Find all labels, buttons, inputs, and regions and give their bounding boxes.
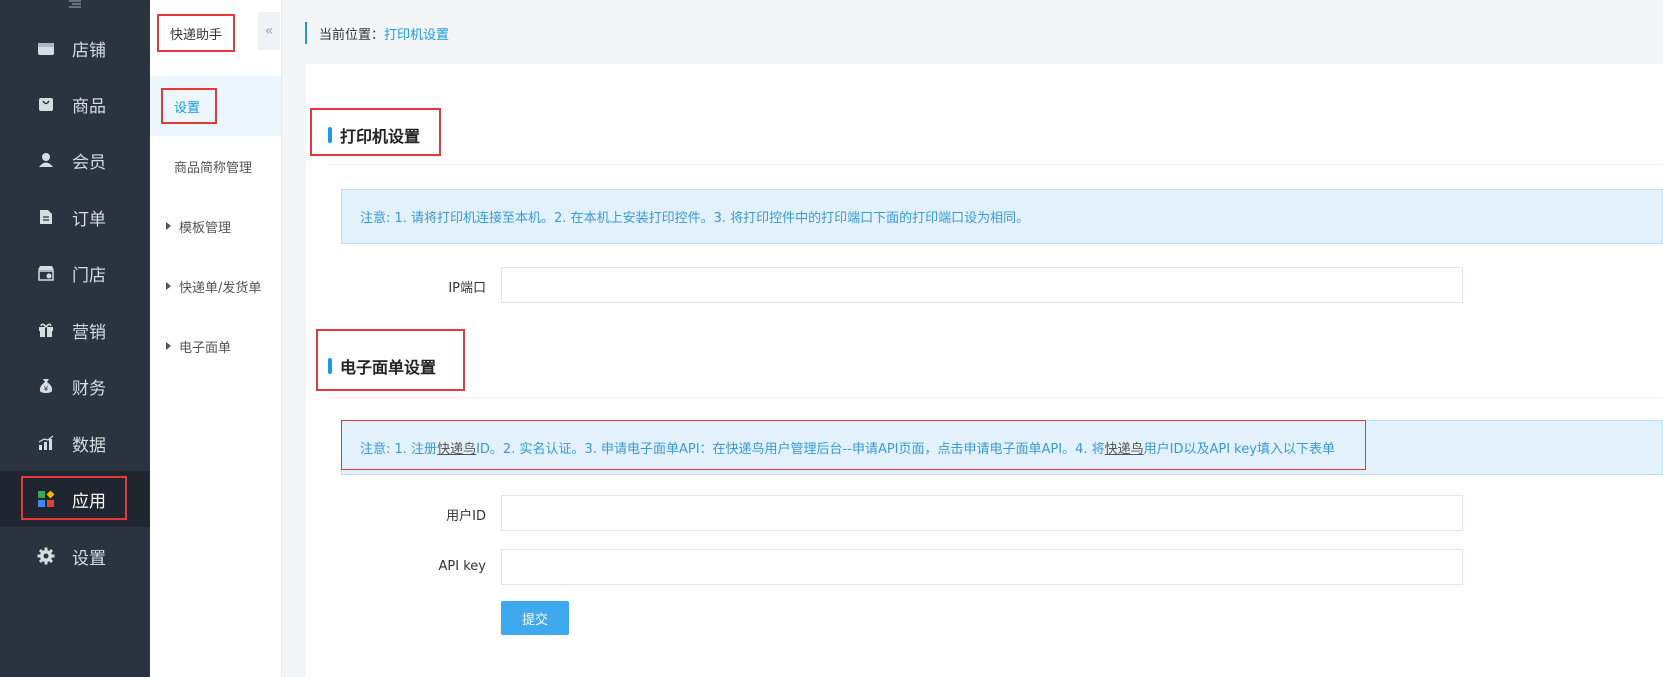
- highlight-box: [341, 420, 1366, 470]
- submit-button[interactable]: 提交: [501, 601, 569, 635]
- menu-toggle-icon[interactable]: [0, 0, 150, 16]
- ip-port-input[interactable]: [501, 267, 1463, 303]
- sidebar-item-label: 门店: [72, 265, 106, 286]
- printer-notice: 注意: 1. 请将打印机连接至本机。2. 在本机上安装打印控件。3. 将打印控件…: [341, 189, 1663, 244]
- api-key-input[interactable]: [501, 549, 1463, 585]
- highlight-box: [310, 108, 441, 156]
- gear-icon: [36, 547, 56, 565]
- sidebar-item-label: 会员: [72, 152, 106, 173]
- user-icon: [36, 151, 56, 169]
- subnav-item-ebill[interactable]: 电子面单: [150, 316, 281, 376]
- divider: [328, 397, 1663, 398]
- sidebar-item-member[interactable]: 会员: [0, 132, 150, 188]
- breadcrumb-current[interactable]: 打印机设置: [384, 24, 449, 43]
- sub-navigation: 快递助手 « 设置 商品简称管理 模板管理 快递单/发货单 电子面单: [150, 0, 282, 677]
- sidebar-item-marketing[interactable]: 营销: [0, 302, 150, 358]
- subnav-item-label: 电子面单: [179, 340, 232, 356]
- subnav-item-label: 商品简称管理: [174, 160, 253, 176]
- sidebar-item-label: 店铺: [72, 40, 106, 61]
- bar-chart-icon: [36, 434, 56, 452]
- printer-notice-text: 注意: 1. 请将打印机连接至本机。2. 在本机上安装打印控件。3. 将打印控件…: [360, 211, 1030, 226]
- api-key-label: API key: [438, 559, 486, 574]
- subnav-item-label: 模板管理: [179, 220, 232, 236]
- svg-text:¥: ¥: [44, 385, 49, 393]
- store-icon: [36, 39, 56, 57]
- caret-right-icon: [166, 222, 171, 230]
- sidebar-item-label: 财务: [72, 378, 106, 399]
- sidebar-item-apps[interactable]: 应用: [0, 471, 150, 527]
- sidebar-item-finance[interactable]: ¥ 财务: [0, 358, 150, 414]
- collapse-icon[interactable]: «: [258, 12, 280, 50]
- sidebar-item-shop[interactable]: 门店: [0, 245, 150, 301]
- sidebar-item-label: 设置: [72, 548, 106, 569]
- bag-icon: [36, 95, 56, 113]
- shop-icon: [36, 264, 56, 282]
- subnav-item-templates[interactable]: 模板管理: [150, 196, 281, 256]
- breadcrumb-prefix: 当前位置：: [319, 27, 385, 43]
- user-id-input[interactable]: [501, 495, 1463, 531]
- sidebar-item-data[interactable]: 数据: [0, 415, 150, 471]
- sidebar-item-label: 商品: [72, 96, 106, 117]
- ip-port-label: IP端口: [448, 281, 486, 296]
- sidebar-item-store[interactable]: 店铺: [0, 20, 150, 76]
- sidebar-item-label: 订单: [72, 209, 106, 230]
- gift-icon: [36, 321, 56, 339]
- user-id-label: 用户ID: [446, 509, 486, 524]
- highlight-box: [21, 476, 127, 520]
- main-sidebar: 店铺 商品 会员 订单 门店 营销 ¥ 财务 数据 应用 设置: [0, 0, 150, 677]
- highlight-box: [316, 329, 465, 391]
- sidebar-item-settings[interactable]: 设置: [0, 528, 150, 584]
- sidebar-item-goods[interactable]: 商品: [0, 76, 150, 132]
- subnav-item-product-abbr[interactable]: 商品简称管理: [150, 136, 281, 196]
- sidebar-item-label: 营销: [72, 322, 106, 343]
- subnav-item-settings[interactable]: 设置: [150, 76, 281, 136]
- sidebar-item-label: 数据: [72, 435, 106, 456]
- subnav-item-label: 快递单/发货单: [179, 280, 262, 296]
- caret-right-icon: [166, 282, 171, 290]
- money-bag-icon: ¥: [36, 377, 56, 395]
- caret-right-icon: [166, 342, 171, 350]
- highlight-box: [161, 88, 217, 124]
- subnav-title: 快递助手: [157, 14, 235, 52]
- content-panel: 打印机设置 注意: 1. 请将打印机连接至本机。2. 在本机上安装打印控件。3.…: [306, 64, 1663, 677]
- breadcrumb: 当前位置： 打印机设置: [305, 22, 449, 44]
- divider: [328, 164, 1663, 165]
- subnav-item-waybill[interactable]: 快递单/发货单: [150, 256, 281, 316]
- sidebar-item-order[interactable]: 订单: [0, 189, 150, 245]
- document-icon: [36, 208, 56, 226]
